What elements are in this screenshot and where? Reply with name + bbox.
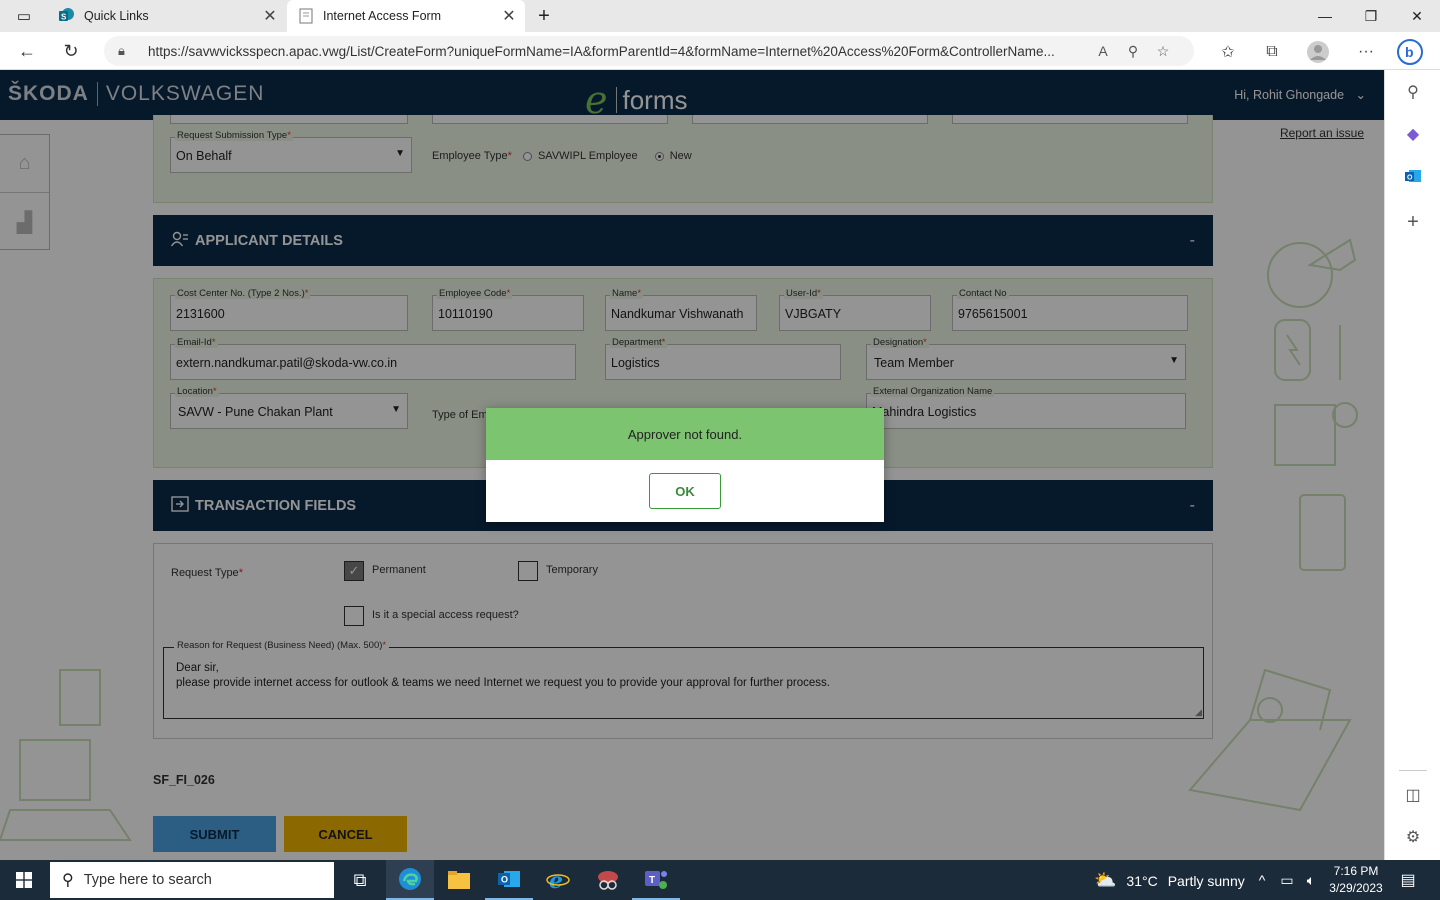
windows-start-icon[interactable]: [0, 860, 48, 900]
tab-title: Quick Links: [84, 9, 149, 23]
page-icon: [297, 7, 315, 25]
lock-icon[interactable]: 🔒︎: [118, 43, 138, 59]
svg-text:O: O: [501, 875, 508, 885]
add-icon[interactable]: +: [1399, 208, 1427, 236]
outlook-icon[interactable]: O: [1399, 162, 1427, 190]
settings-icon[interactable]: ⚙: [1399, 823, 1427, 851]
close-tab-icon[interactable]: ✕: [499, 6, 519, 26]
teams-icon[interactable]: T: [632, 860, 680, 900]
chevron-up-icon[interactable]: ^: [1248, 860, 1276, 900]
search-icon[interactable]: ⚲: [1399, 78, 1427, 106]
restore-icon[interactable]: ❐: [1348, 0, 1394, 32]
minimize-icon[interactable]: —: [1302, 0, 1348, 32]
alert-dialog: Approver not found. OK: [486, 408, 884, 522]
volume-icon[interactable]: 🔈︎: [1298, 860, 1324, 900]
ok-button[interactable]: OK: [649, 473, 721, 509]
tab-title: Internet Access Form: [323, 9, 442, 23]
favorites-icon[interactable]: ✩: [1214, 38, 1242, 66]
address-bar: ← ↻ 🔒︎ https://savwvicksspecn.apac.vwg/L…: [0, 32, 1440, 70]
new-tab-icon[interactable]: +: [520, 0, 568, 32]
svg-text:b: b: [1405, 44, 1414, 60]
svg-text:S: S: [61, 13, 67, 22]
tab-internet-access-form[interactable]: Internet Access Form ✕: [287, 0, 525, 32]
collections-icon[interactable]: ⧉: [1258, 38, 1286, 66]
windows-taskbar: ⚲ Type here to search ⧉ O e T ⛅ 31°C Par…: [0, 860, 1440, 900]
page-content: ŠKODA VOLKSWAGEN e forms Hi, Rohit Ghongad…: [0, 70, 1384, 860]
more-icon[interactable]: ···: [1352, 38, 1380, 66]
refresh-icon[interactable]: ↻: [56, 36, 86, 66]
svg-text:e: e: [549, 868, 563, 892]
snipping-tool-icon[interactable]: [584, 860, 632, 900]
alert-message: Approver not found.: [486, 408, 884, 460]
taskbar-search[interactable]: ⚲ Type here to search: [50, 862, 334, 898]
temperature: 31°C: [1126, 872, 1158, 889]
zoom-icon[interactable]: ⚲: [1118, 43, 1148, 60]
time: 7:16 PM: [1333, 864, 1379, 878]
search-icon: ⚲: [62, 872, 74, 889]
internet-explorer-icon[interactable]: e: [534, 860, 582, 900]
sidebar-toggle-icon[interactable]: ◫: [1399, 781, 1427, 809]
bing-icon[interactable]: b: [1396, 38, 1424, 66]
svg-text:O: O: [1407, 175, 1413, 182]
partly-sunny-icon: ⛅: [1094, 870, 1117, 890]
close-window-icon[interactable]: ✕: [1394, 0, 1440, 32]
weather-text: Partly sunny: [1167, 872, 1245, 889]
search-placeholder: Type here to search: [83, 872, 212, 888]
tab-actions-icon[interactable]: ▭: [0, 0, 48, 32]
edge-sidebar: ⚲ ◆ O + ◫ ⚙: [1384, 70, 1440, 860]
read-aloud-icon[interactable]: A: [1088, 43, 1118, 59]
url-field[interactable]: 🔒︎ https://savwvicksspecn.apac.vwg/List/…: [104, 36, 1194, 66]
back-icon[interactable]: ←: [12, 36, 42, 66]
network-icon[interactable]: ▭: [1274, 860, 1300, 900]
close-tab-icon[interactable]: ✕: [260, 6, 280, 26]
system-clock[interactable]: 7:16 PM 3/29/2023: [1326, 863, 1386, 897]
notification-icon[interactable]: ▤: [1390, 860, 1426, 900]
edge-icon[interactable]: [386, 860, 434, 900]
weather-widget[interactable]: ⛅ 31°C Partly sunny: [1094, 870, 1245, 891]
date: 3/29/2023: [1329, 881, 1383, 895]
outlook-app-icon[interactable]: O: [485, 860, 533, 900]
url-text[interactable]: https://savwvicksspecn.apac.vwg/List/Cre…: [148, 44, 1088, 59]
browser-tab-bar: ▭ S Quick Links ✕ Internet Access Form ✕…: [0, 0, 1440, 32]
sharepoint-icon: S: [58, 7, 76, 25]
task-view-icon[interactable]: ⧉: [336, 860, 384, 900]
profile-icon[interactable]: [1304, 38, 1332, 66]
copilot-icon[interactable]: ◆: [1399, 120, 1427, 148]
add-favorite-icon[interactable]: ☆: [1148, 43, 1178, 60]
tab-quick-links[interactable]: S Quick Links ✕: [48, 0, 286, 32]
file-explorer-icon[interactable]: [435, 860, 483, 900]
svg-text:T: T: [649, 875, 655, 886]
